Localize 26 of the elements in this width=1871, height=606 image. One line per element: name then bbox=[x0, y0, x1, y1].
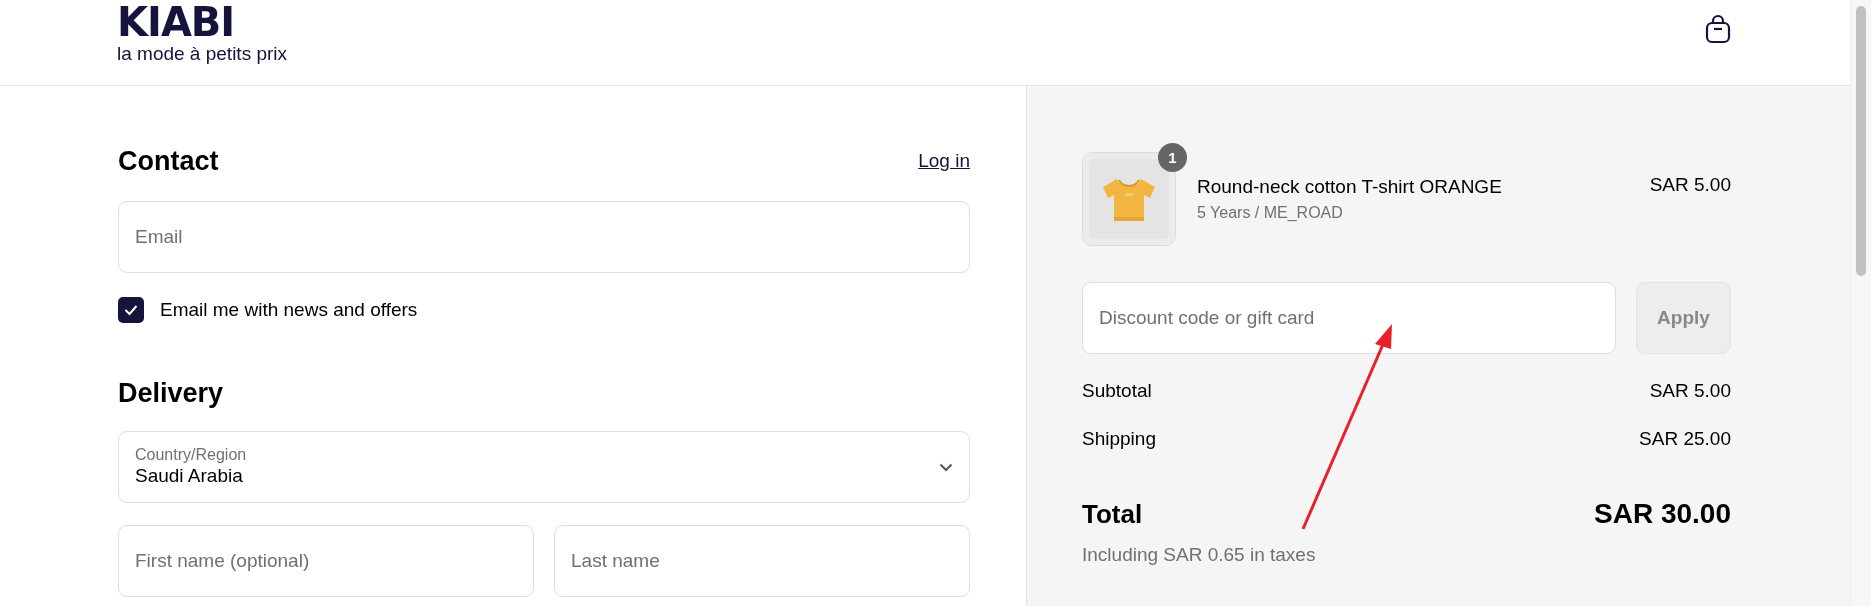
last-name-field[interactable]: Last name bbox=[554, 525, 970, 597]
checkbox[interactable] bbox=[118, 297, 144, 323]
logo-wordmark[interactable]: KIABI bbox=[117, 0, 288, 44]
country-select[interactable]: Country/Region Saudi Arabia bbox=[118, 431, 970, 503]
checkmark-icon bbox=[124, 304, 138, 316]
section-heading: Contact bbox=[118, 145, 219, 177]
logo-tagline: la mode à petits prix bbox=[117, 44, 288, 64]
email-field[interactable]: Email bbox=[118, 201, 970, 273]
product-variant: 5 Years / ME_ROAD bbox=[1197, 204, 1344, 222]
scrollbar-thumb[interactable] bbox=[1856, 6, 1866, 276]
line-label: Subtotal bbox=[1082, 380, 1152, 402]
checkbox-label: Email me with news and offers bbox=[160, 299, 418, 321]
product-name: Round-neck cotton T-shirt ORANGE bbox=[1197, 176, 1503, 198]
total-amount: SAR 30.00 bbox=[1594, 498, 1731, 530]
shopping-bag-icon[interactable] bbox=[1705, 14, 1731, 44]
line-amount: SAR 5.00 bbox=[1649, 380, 1731, 402]
quantity-badge: 1 bbox=[1158, 143, 1187, 172]
line-label: Shipping bbox=[1082, 428, 1156, 450]
product-price: SAR 5.00 bbox=[1649, 174, 1731, 196]
tax-note: Including SAR 0.65 in taxes bbox=[1082, 544, 1317, 566]
first-name-field[interactable]: First name (optional) bbox=[118, 525, 534, 597]
section-heading: Delivery bbox=[118, 377, 224, 409]
total-label: Total bbox=[1082, 499, 1143, 530]
line-amount: SAR 25.00 bbox=[1639, 428, 1731, 450]
login-link[interactable]: Log in bbox=[918, 150, 970, 172]
chevron-down-icon bbox=[939, 462, 953, 472]
